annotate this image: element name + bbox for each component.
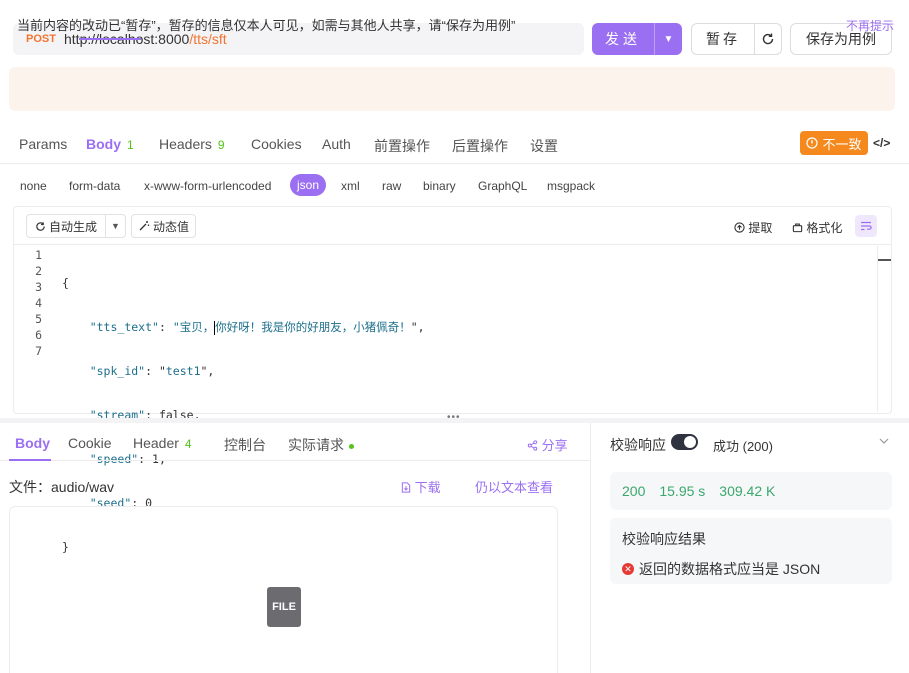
resp-tab-header[interactable]: Header 4 bbox=[133, 435, 192, 451]
refresh-icon bbox=[36, 221, 45, 231]
text-cursor bbox=[214, 320, 216, 335]
extract-button[interactable]: 提取 bbox=[734, 219, 772, 236]
share-label: 分享 bbox=[541, 438, 568, 453]
download-button[interactable]: 下载 bbox=[401, 477, 441, 496]
autogen-button[interactable]: 自动生成 ▼ bbox=[26, 214, 126, 238]
body-type-raw[interactable]: raw bbox=[382, 179, 401, 193]
chevron-down-icon[interactable]: ▼ bbox=[655, 34, 682, 45]
tab-pre-processors[interactable]: 前置操作 bbox=[374, 136, 430, 156]
resp-tab-console[interactable]: 控制台 bbox=[224, 435, 266, 455]
resp-tab-body[interactable]: Body bbox=[15, 435, 50, 451]
tts-text-value: "宝贝，你好呀！我是你的好朋友，小猪佩奇！ bbox=[172, 320, 411, 335]
response-size: 309.42 K bbox=[719, 483, 776, 499]
tab-auth[interactable]: Auth bbox=[322, 136, 351, 152]
dismiss-notice-link[interactable]: 不再提示 bbox=[846, 17, 894, 34]
chevron-down-icon[interactable] bbox=[879, 436, 889, 447]
active-tab-indicator bbox=[79, 38, 141, 40]
download-label: 下载 bbox=[414, 480, 441, 495]
body-type-urlencoded[interactable]: x-www-form-urlencoded bbox=[144, 179, 271, 193]
tab-body[interactable]: Body 1 bbox=[86, 136, 134, 152]
tab-settings[interactable]: 设置 bbox=[530, 136, 558, 156]
file-icon: FILE bbox=[267, 587, 301, 627]
line-numbers: 1 2 3 4 5 6 7 bbox=[35, 248, 42, 358]
mismatch-badge[interactable]: 不一致 bbox=[800, 131, 868, 155]
response-time: 15.95 s bbox=[659, 483, 706, 499]
dynamic-value-label: 动态值 bbox=[152, 219, 189, 234]
body-type-form-data[interactable]: form-data bbox=[69, 179, 120, 193]
response-split-divider bbox=[590, 423, 591, 673]
format-button[interactable]: 格式化 bbox=[792, 219, 842, 236]
resp-tab-cookie[interactable]: Cookie bbox=[68, 435, 112, 451]
code-icon[interactable]: </> bbox=[873, 136, 890, 150]
tab-cookies[interactable]: Cookies bbox=[251, 136, 302, 152]
magic-wand-icon bbox=[139, 221, 150, 231]
tab-headers[interactable]: Headers 9 bbox=[159, 136, 225, 152]
request-tabs: Params Body 1 Headers 9 Cookies Auth 前置操作 … bbox=[0, 124, 909, 164]
resp-tab-actual-request[interactable]: 实际请求 bbox=[288, 435, 354, 455]
share-button[interactable]: 分享 bbox=[527, 435, 568, 454]
validation-error-text: 返回的数据格式应当是 JSON bbox=[639, 561, 821, 577]
error-icon: ✕ bbox=[622, 563, 634, 575]
editor-scrollbar[interactable] bbox=[877, 246, 891, 412]
send-button[interactable]: 发送 ▼ bbox=[592, 23, 682, 55]
chevron-down-icon[interactable]: ▼ bbox=[106, 221, 125, 231]
validate-toggle-knob bbox=[684, 436, 696, 448]
status-dot bbox=[349, 443, 354, 449]
save-button[interactable]: 暂存 bbox=[691, 23, 782, 55]
body-type-msgpack[interactable]: msgpack bbox=[547, 179, 595, 193]
validation-error: ✕ 返回的数据格式应当是 JSON bbox=[622, 559, 820, 579]
word-wrap-icon[interactable] bbox=[855, 215, 877, 237]
validation-result-title: 校验响应结果 bbox=[622, 531, 706, 547]
validate-response-label: 校验响应 bbox=[610, 437, 666, 453]
download-icon bbox=[401, 482, 411, 493]
notice-banner bbox=[9, 67, 895, 111]
spk-id-value: test1 bbox=[165, 364, 201, 378]
view-as-text-link[interactable]: 仍以文本查看 bbox=[475, 477, 553, 496]
response-stats: 200 15.95 s 309.42 K bbox=[610, 472, 892, 510]
body-type-none[interactable]: none bbox=[20, 179, 47, 193]
dynamic-value-button[interactable]: 动态值 bbox=[131, 214, 196, 238]
format-label: 格式化 bbox=[806, 221, 843, 235]
body-type-json[interactable]: json bbox=[290, 174, 326, 196]
reset-icon[interactable] bbox=[755, 32, 781, 46]
extract-label: 提取 bbox=[748, 221, 773, 235]
file-type-label: 文件：audio/wav bbox=[9, 479, 115, 495]
notice-text: 当前内容的改动已“暂存”，暂存的信息仅本人可见，如需与其他人共享，请“保存为用例… bbox=[17, 18, 516, 33]
warning-icon bbox=[806, 137, 819, 149]
method-select[interactable]: POST bbox=[26, 33, 64, 45]
extract-icon bbox=[734, 222, 745, 233]
tab-post-processors[interactable]: 后置操作 bbox=[452, 136, 508, 156]
autogen-label: 自动生成 bbox=[49, 219, 98, 234]
send-label: 发送 bbox=[605, 31, 641, 47]
save-label: 暂存 bbox=[706, 31, 740, 47]
body-type-graphql[interactable]: GraphQL bbox=[478, 179, 527, 193]
status-code: 200 bbox=[622, 483, 646, 499]
format-icon bbox=[792, 223, 803, 233]
editor-scroll-marker bbox=[878, 259, 891, 261]
mismatch-label: 不一致 bbox=[822, 136, 862, 152]
share-icon bbox=[527, 440, 538, 451]
active-resp-tab-indicator bbox=[9, 459, 51, 461]
tab-params[interactable]: Params bbox=[19, 136, 67, 152]
validation-status: 成功 (200) bbox=[713, 439, 773, 454]
drag-handle-icon[interactable]: ••• bbox=[447, 412, 461, 423]
body-type-binary[interactable]: binary bbox=[423, 179, 456, 193]
body-type-xml[interactable]: xml bbox=[341, 179, 360, 193]
